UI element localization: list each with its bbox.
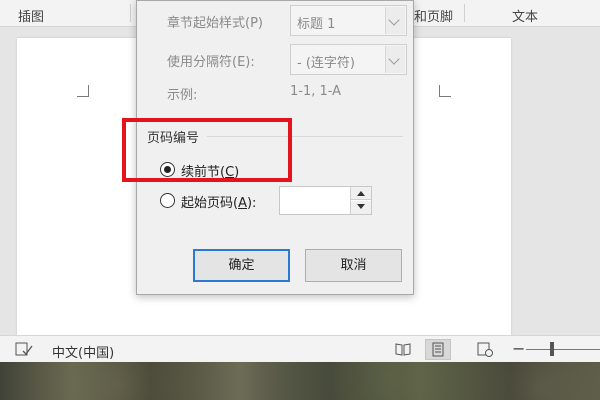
status-bar: 中文(中国) − <box>0 335 600 362</box>
example-value: 1-1, 1-A <box>290 84 342 99</box>
ribbon-separator <box>130 4 131 22</box>
start-at-radio[interactable] <box>160 193 175 208</box>
web-layout-button[interactable] <box>472 339 498 360</box>
start-page-number-stepper[interactable] <box>279 186 372 215</box>
start-at-label[interactable]: 起始页码(A): <box>181 192 256 211</box>
margin-corner-mark <box>439 85 451 97</box>
zoom-out-icon[interactable]: − <box>512 339 525 358</box>
separator-value: - (连字符) <box>297 56 355 71</box>
separator-label: 使用分隔符(E): <box>167 55 255 70</box>
read-mode-button[interactable] <box>390 339 416 360</box>
web-layout-icon <box>477 342 493 357</box>
print-layout-icon <box>432 342 444 357</box>
margin-corner-mark <box>77 85 89 97</box>
decrement-button[interactable] <box>351 201 371 214</box>
start-page-number-input[interactable] <box>280 187 350 214</box>
cancel-button[interactable]: 取消 <box>305 249 402 282</box>
highlight-annotation <box>122 118 292 182</box>
read-mode-icon <box>395 343 411 356</box>
language-indicator[interactable]: 中文(中国) <box>52 342 114 361</box>
proofing-icon[interactable] <box>14 341 34 357</box>
chapter-style-value: 标题 1 <box>297 17 336 32</box>
ok-button[interactable]: 确定 <box>193 249 290 282</box>
ribbon-group-illustrations[interactable]: 插图 <box>18 6 44 25</box>
chapter-style-label: 章节起始样式(P) <box>167 16 263 31</box>
ribbon-separator <box>464 4 465 22</box>
desktop-background <box>0 362 600 400</box>
print-layout-button[interactable] <box>425 339 451 360</box>
separator-select[interactable]: - (连字符) <box>290 44 407 75</box>
ribbon-group-header-footer[interactable]: 和页脚 <box>414 6 453 25</box>
chevron-up-icon <box>357 191 365 196</box>
zoom-slider-thumb[interactable] <box>550 342 554 356</box>
zoom-slider-track[interactable] <box>526 349 600 350</box>
stepper-buttons <box>350 187 371 214</box>
example-label: 示例: <box>167 88 198 103</box>
chevron-down-icon <box>357 204 365 209</box>
ribbon-group-text[interactable]: 文本 <box>512 6 538 25</box>
chevron-down-icon <box>385 7 405 34</box>
chevron-down-icon <box>385 46 405 73</box>
increment-button[interactable] <box>351 187 371 200</box>
chapter-style-select[interactable]: 标题 1 <box>290 5 407 36</box>
